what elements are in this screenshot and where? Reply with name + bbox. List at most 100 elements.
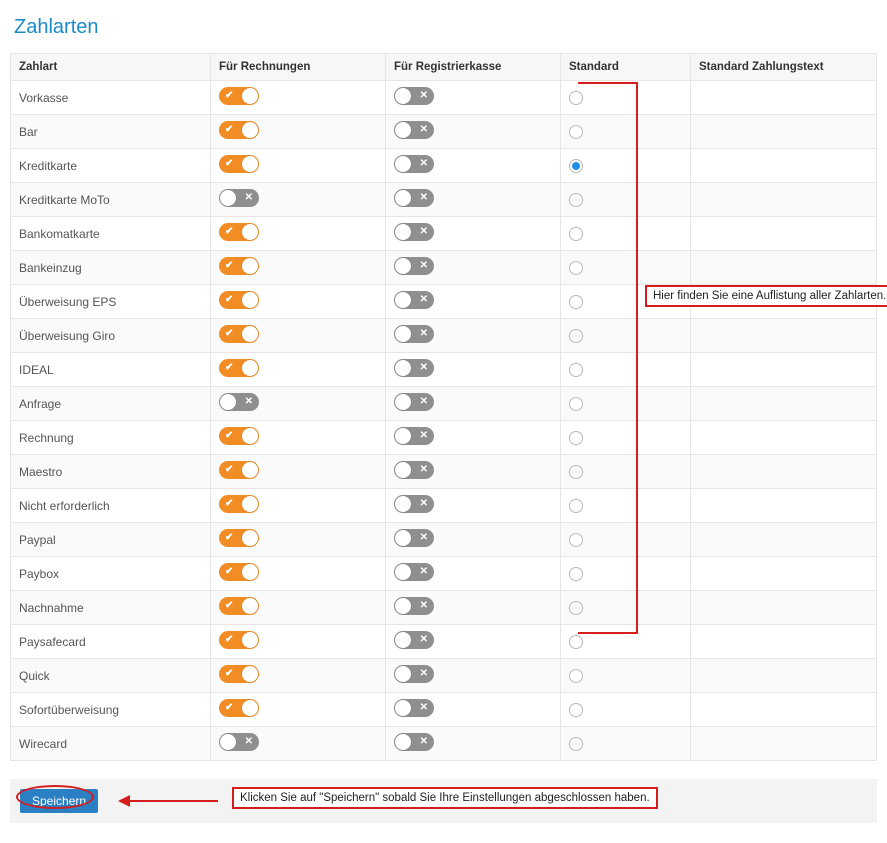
toggle-register[interactable]: ✕: [394, 665, 434, 683]
payment-name: Bar: [11, 115, 211, 149]
toggle-register[interactable]: ✕: [394, 461, 434, 479]
toggle-register[interactable]: ✕: [394, 393, 434, 411]
toggle-register[interactable]: ✕: [394, 189, 434, 207]
radio-standard[interactable]: [569, 397, 583, 411]
payment-name: Kreditkarte MoTo: [11, 183, 211, 217]
radio-standard[interactable]: [569, 91, 583, 105]
toggle-invoices[interactable]: ✔: [219, 699, 259, 717]
col-header-zahlart: Zahlart: [11, 54, 211, 81]
toggle-invoices[interactable]: ✕: [219, 189, 259, 207]
col-header-zahlungstext: Standard Zahlungstext: [691, 54, 877, 81]
toggle-invoices[interactable]: ✔: [219, 427, 259, 445]
toggle-register[interactable]: ✕: [394, 529, 434, 547]
toggle-register[interactable]: ✕: [394, 427, 434, 445]
check-icon: ✔: [225, 567, 233, 577]
toggle-invoices[interactable]: ✔: [219, 529, 259, 547]
payment-text: [691, 727, 877, 761]
radio-standard[interactable]: [569, 533, 583, 547]
toggle-register[interactable]: ✕: [394, 291, 434, 309]
toggle-register[interactable]: ✕: [394, 155, 434, 173]
toggle-register[interactable]: ✕: [394, 699, 434, 717]
check-icon: ✔: [225, 601, 233, 611]
toggle-invoices[interactable]: ✔: [219, 87, 259, 105]
toggle-invoices[interactable]: ✔: [219, 563, 259, 581]
toggle-register[interactable]: ✕: [394, 359, 434, 377]
cross-icon: ✕: [420, 533, 428, 543]
payment-text: [691, 693, 877, 727]
radio-standard[interactable]: [569, 125, 583, 139]
radio-standard[interactable]: [569, 431, 583, 445]
toggle-invoices[interactable]: ✔: [219, 631, 259, 649]
payment-name: Paypal: [11, 523, 211, 557]
toggle-register[interactable]: ✕: [394, 631, 434, 649]
radio-standard[interactable]: [569, 295, 583, 309]
table-row: Kreditkarte✔✕: [11, 149, 877, 183]
radio-standard[interactable]: [569, 601, 583, 615]
payment-text: [691, 319, 877, 353]
check-icon: ✔: [225, 91, 233, 101]
radio-standard[interactable]: [569, 703, 583, 717]
radio-standard[interactable]: [569, 363, 583, 377]
toggle-invoices[interactable]: ✔: [219, 155, 259, 173]
cross-icon: ✕: [420, 159, 428, 169]
toggle-invoices[interactable]: ✔: [219, 325, 259, 343]
toggle-register[interactable]: ✕: [394, 223, 434, 241]
toggle-invoices[interactable]: ✔: [219, 597, 259, 615]
cross-icon: ✕: [245, 193, 253, 203]
radio-standard[interactable]: [569, 669, 583, 683]
footer-bar: Speichern Klicken Sie auf "Speichern" so…: [10, 779, 877, 823]
save-button[interactable]: Speichern: [20, 789, 98, 813]
toggle-invoices[interactable]: ✕: [219, 733, 259, 751]
table-row: Überweisung Giro✔✕: [11, 319, 877, 353]
radio-standard[interactable]: [569, 635, 583, 649]
radio-standard[interactable]: [569, 737, 583, 751]
radio-standard[interactable]: [569, 567, 583, 581]
payment-text: [691, 455, 877, 489]
toggle-invoices[interactable]: ✔: [219, 121, 259, 139]
cross-icon: ✕: [420, 431, 428, 441]
payment-name: Sofortüberweisung: [11, 693, 211, 727]
table-row: Überweisung EPS ✔ ✕: [11, 285, 877, 319]
toggle-register[interactable]: ✕: [394, 597, 434, 615]
payment-types-table: Zahlart Für Rechnungen Für Registrierkas…: [10, 53, 877, 761]
payment-text: [691, 251, 877, 285]
toggle-invoices[interactable]: ✔: [219, 291, 259, 309]
toggle-register[interactable]: ✕: [394, 121, 434, 139]
toggle-register[interactable]: ✕: [394, 495, 434, 513]
radio-standard[interactable]: [569, 227, 583, 241]
cross-icon: ✕: [420, 635, 428, 645]
radio-standard[interactable]: [569, 193, 583, 207]
toggle-invoices[interactable]: ✔: [219, 665, 259, 683]
toggle-invoices[interactable]: ✔: [219, 495, 259, 513]
table-row: Wirecard ✕ ✕: [11, 727, 877, 761]
radio-standard[interactable]: [569, 329, 583, 343]
payment-name: Überweisung EPS: [11, 285, 211, 319]
toggle-register[interactable]: ✕: [394, 257, 434, 275]
check-icon: ✔: [225, 635, 233, 645]
radio-standard[interactable]: [569, 499, 583, 513]
radio-standard[interactable]: [569, 465, 583, 479]
radio-standard[interactable]: [569, 261, 583, 275]
toggle-register[interactable]: ✕: [394, 87, 434, 105]
table-row: Vorkasse✔✕: [11, 81, 877, 115]
payment-name: Wirecard: [11, 727, 211, 761]
toggle-register[interactable]: ✕: [394, 325, 434, 343]
payment-text: [691, 353, 877, 387]
table-row: Bankeinzug✔✕: [11, 251, 877, 285]
radio-standard[interactable]: [569, 159, 583, 173]
payment-name: Nachnahme: [11, 591, 211, 625]
toggle-register[interactable]: ✕: [394, 563, 434, 581]
toggle-invoices[interactable]: ✔: [219, 359, 259, 377]
col-header-registrierkasse: Für Registrierkasse: [386, 54, 561, 81]
toggle-register[interactable]: ✕: [394, 733, 434, 751]
cross-icon: ✕: [420, 125, 428, 135]
toggle-invoices[interactable]: ✔: [219, 223, 259, 241]
toggle-invoices[interactable]: ✔: [219, 257, 259, 275]
payment-text: [691, 421, 877, 455]
payment-text: [691, 523, 877, 557]
cross-icon: ✕: [245, 397, 253, 407]
table-row: Paysafecard✔✕: [11, 625, 877, 659]
toggle-invoices[interactable]: ✔: [219, 461, 259, 479]
toggle-invoices[interactable]: ✕: [219, 393, 259, 411]
check-icon: ✔: [225, 533, 233, 543]
